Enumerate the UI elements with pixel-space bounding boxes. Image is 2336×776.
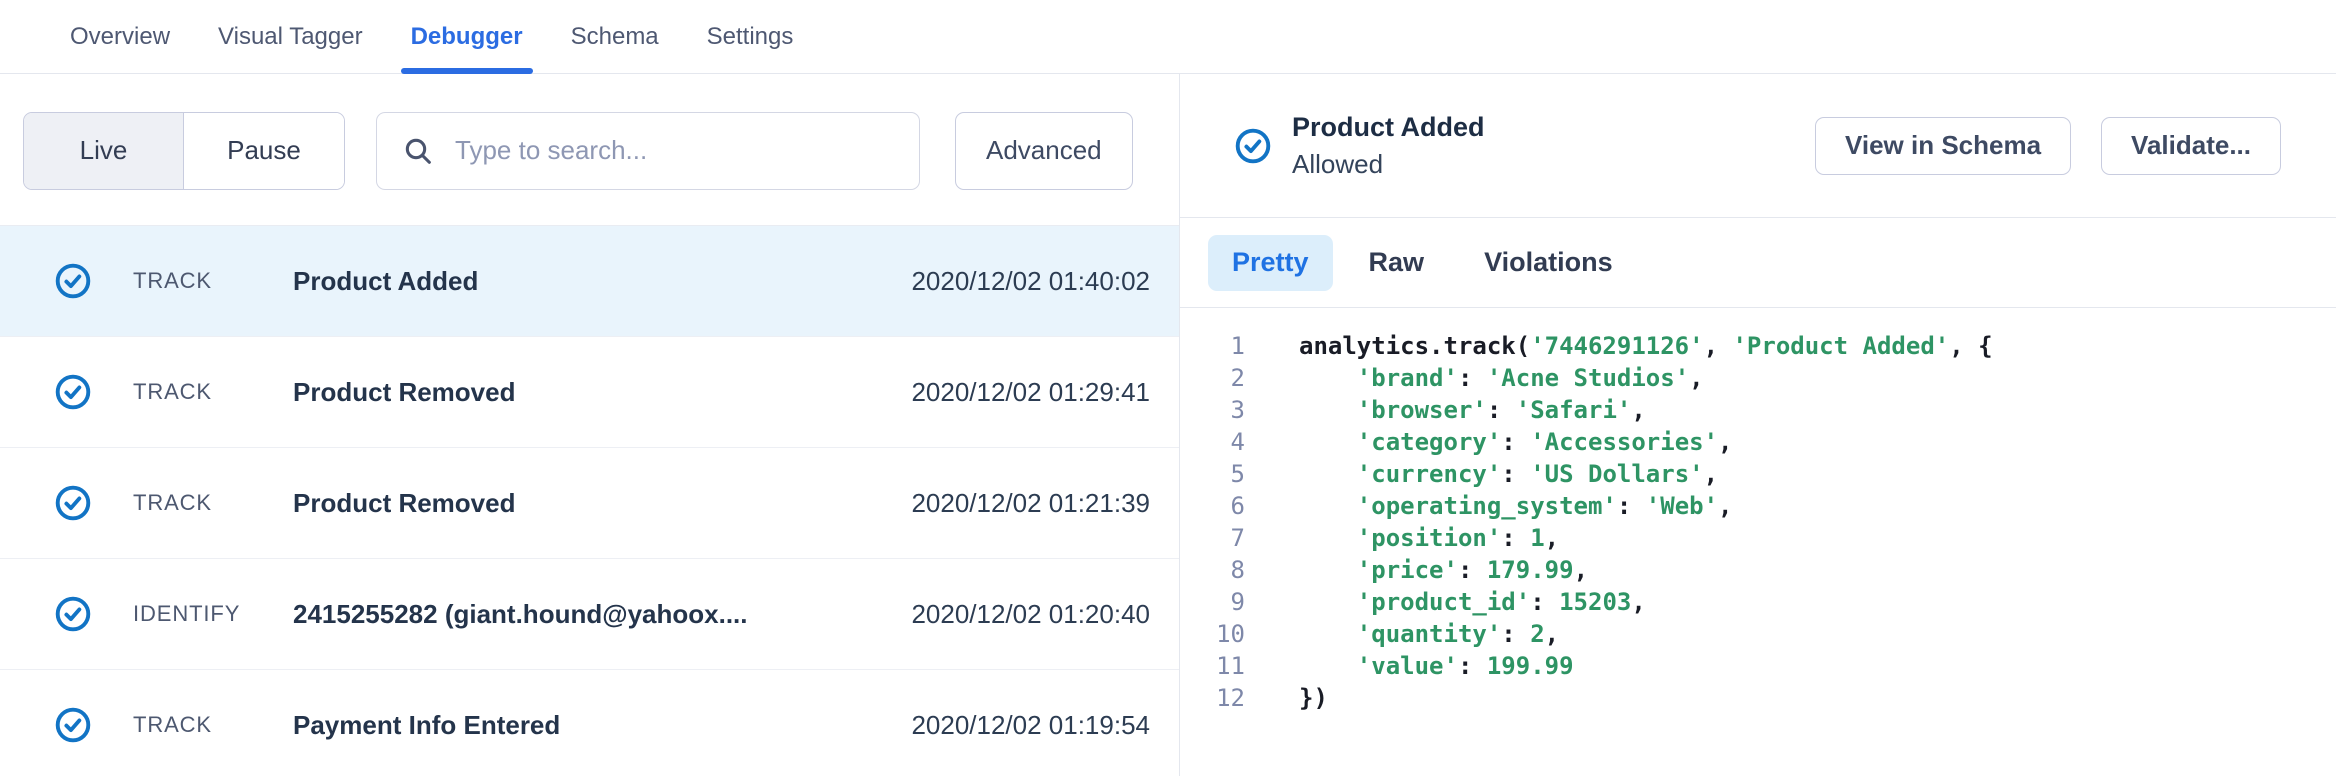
line-content: analytics.track('7446291126', 'Product A… bbox=[1245, 332, 1993, 360]
event-row[interactable]: TRACK Product Removed 2020/12/02 01:29:4… bbox=[0, 337, 1179, 448]
nav-tab-overview[interactable]: Overview bbox=[70, 0, 170, 73]
check-circle-icon bbox=[1235, 128, 1271, 164]
event-type-label: TRACK bbox=[133, 712, 293, 738]
event-timestamp: 2020/12/02 01:29:41 bbox=[911, 377, 1150, 408]
line-content: }) bbox=[1245, 684, 1328, 712]
event-row[interactable]: TRACK Payment Info Entered 2020/12/02 01… bbox=[0, 670, 1179, 776]
code-line: 1 analytics.track('7446291126', 'Product… bbox=[1180, 330, 2336, 362]
event-name: Product Removed bbox=[293, 488, 911, 519]
event-timestamp: 2020/12/02 01:40:02 bbox=[911, 266, 1150, 297]
line-number: 4 bbox=[1180, 428, 1245, 456]
detail-tab-pretty[interactable]: Pretty bbox=[1208, 235, 1333, 291]
event-list-toolbar: Live Pause Advanced bbox=[0, 74, 1179, 225]
pause-button[interactable]: Pause bbox=[184, 113, 344, 189]
code-line: 11 'value': 199.99 bbox=[1180, 650, 2336, 682]
line-content: 'operating_system': 'Web', bbox=[1245, 492, 1733, 520]
line-content: 'category': 'Accessories', bbox=[1245, 428, 1733, 456]
line-content: 'value': 199.99 bbox=[1245, 652, 1574, 680]
event-timestamp: 2020/12/02 01:20:40 bbox=[911, 599, 1150, 630]
event-detail-header: Product Added Allowed View in Schema Val… bbox=[1180, 74, 2336, 218]
code-line: 9 'product_id': 15203, bbox=[1180, 586, 2336, 618]
event-detail-actions: View in Schema Validate... bbox=[1815, 117, 2281, 175]
code-line: 10 'quantity': 2, bbox=[1180, 618, 2336, 650]
check-circle-icon bbox=[55, 263, 91, 299]
line-number: 7 bbox=[1180, 524, 1245, 552]
check-circle-icon bbox=[55, 596, 91, 632]
event-detail-titles: Product Added Allowed bbox=[1292, 112, 1485, 180]
line-content: 'quantity': 2, bbox=[1245, 620, 1559, 648]
check-circle-icon bbox=[55, 485, 91, 521]
line-number: 3 bbox=[1180, 396, 1245, 424]
event-row[interactable]: IDENTIFY 2415255282 (giant.hound@yahoox.… bbox=[0, 559, 1179, 670]
event-row[interactable]: TRACK Product Removed 2020/12/02 01:21:3… bbox=[0, 448, 1179, 559]
code-line: 8 'price': 179.99, bbox=[1180, 554, 2336, 586]
code-line: 6 'operating_system': 'Web', bbox=[1180, 490, 2336, 522]
live-pause-toggle: Live Pause bbox=[23, 112, 345, 190]
event-timestamp: 2020/12/02 01:19:54 bbox=[911, 710, 1150, 741]
line-number: 1 bbox=[1180, 332, 1245, 360]
search-box bbox=[376, 112, 920, 190]
line-content: 'position': 1, bbox=[1245, 524, 1559, 552]
line-number: 9 bbox=[1180, 588, 1245, 616]
event-list-panel: Live Pause Advanced TRACK Product Added … bbox=[0, 74, 1180, 776]
top-nav: Overview Visual Tagger Debugger Schema Setti… bbox=[0, 0, 2336, 74]
event-timestamp: 2020/12/02 01:21:39 bbox=[911, 488, 1150, 519]
code-line: 7 'position': 1, bbox=[1180, 522, 2336, 554]
event-type-label: TRACK bbox=[133, 268, 293, 294]
nav-tab-visual-tagger[interactable]: Visual Tagger bbox=[218, 0, 363, 73]
event-type-label: IDENTIFY bbox=[133, 601, 293, 627]
search-input[interactable] bbox=[376, 112, 920, 190]
line-content: 'brand': 'Acne Studios', bbox=[1245, 364, 1704, 392]
line-number: 5 bbox=[1180, 460, 1245, 488]
line-number: 8 bbox=[1180, 556, 1245, 584]
line-number: 10 bbox=[1180, 620, 1245, 648]
main-area: Live Pause Advanced TRACK Product Added … bbox=[0, 74, 2336, 776]
code-line: 3 'browser': 'Safari', bbox=[1180, 394, 2336, 426]
event-name: Payment Info Entered bbox=[293, 710, 911, 741]
check-circle-icon bbox=[55, 374, 91, 410]
nav-tab-settings[interactable]: Settings bbox=[707, 0, 794, 73]
nav-tab-schema[interactable]: Schema bbox=[571, 0, 659, 73]
view-in-schema-button[interactable]: View in Schema bbox=[1815, 117, 2071, 175]
code-line: 4 'category': 'Accessories', bbox=[1180, 426, 2336, 458]
validate-button[interactable]: Validate... bbox=[2101, 117, 2281, 175]
code-line: 12 }) bbox=[1180, 682, 2336, 714]
detail-tab-violations[interactable]: Violations bbox=[1460, 235, 1637, 291]
line-content: 'price': 179.99, bbox=[1245, 556, 1588, 584]
event-type-label: TRACK bbox=[133, 490, 293, 516]
event-type-label: TRACK bbox=[133, 379, 293, 405]
event-name: 2415255282 (giant.hound@yahoox.... bbox=[293, 599, 911, 630]
event-detail-status: Allowed bbox=[1292, 149, 1485, 180]
line-number: 2 bbox=[1180, 364, 1245, 392]
line-number: 12 bbox=[1180, 684, 1245, 712]
event-list: TRACK Product Added 2020/12/02 01:40:02 … bbox=[0, 225, 1179, 776]
event-name: Product Added bbox=[293, 266, 911, 297]
event-detail-title: Product Added bbox=[1292, 112, 1485, 143]
line-content: 'currency': 'US Dollars', bbox=[1245, 460, 1718, 488]
detail-tab-raw[interactable]: Raw bbox=[1345, 235, 1449, 291]
advanced-button[interactable]: Advanced bbox=[955, 112, 1133, 190]
check-circle-icon bbox=[55, 707, 91, 743]
event-name: Product Removed bbox=[293, 377, 911, 408]
code-line: 2 'brand': 'Acne Studios', bbox=[1180, 362, 2336, 394]
line-number: 6 bbox=[1180, 492, 1245, 520]
event-detail-panel: Product Added Allowed View in Schema Val… bbox=[1180, 74, 2336, 776]
detail-tabs: PrettyRawViolations bbox=[1180, 218, 2336, 308]
code-line: 5 'currency': 'US Dollars', bbox=[1180, 458, 2336, 490]
line-content: 'product_id': 15203, bbox=[1245, 588, 1646, 616]
event-row[interactable]: TRACK Product Added 2020/12/02 01:40:02 bbox=[0, 226, 1179, 337]
search-icon bbox=[402, 135, 434, 167]
live-button[interactable]: Live bbox=[24, 113, 184, 189]
code-viewer: 1 analytics.track('7446291126', 'Product… bbox=[1180, 308, 2336, 714]
line-number: 11 bbox=[1180, 652, 1245, 680]
line-content: 'browser': 'Safari', bbox=[1245, 396, 1646, 424]
nav-tab-debugger[interactable]: Debugger bbox=[411, 0, 523, 73]
debugger-app: Overview Visual Tagger Debugger Schema Setti… bbox=[0, 0, 2336, 776]
